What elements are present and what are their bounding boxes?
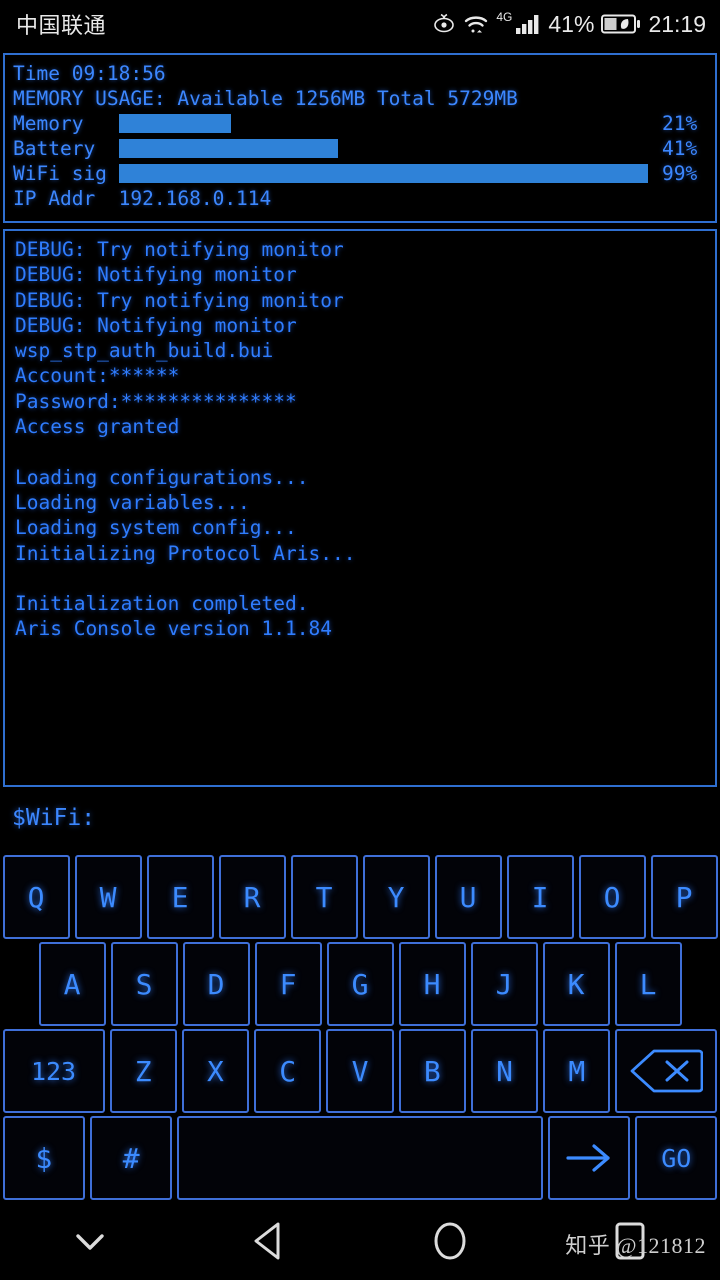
key-e[interactable]: E xyxy=(146,855,214,939)
status-icons: 4G 41% 21:19 xyxy=(432,10,706,38)
clock-label: 21:19 xyxy=(648,10,706,37)
key-a[interactable]: A xyxy=(38,942,106,1026)
key-v[interactable]: V xyxy=(326,1029,394,1113)
time-line: Time 09:18:56 xyxy=(13,62,166,85)
key-j[interactable]: J xyxy=(470,942,538,1026)
console-line: Loading configurations... xyxy=(15,465,309,489)
key-y[interactable]: Y xyxy=(362,855,430,939)
key-r[interactable]: R xyxy=(218,855,286,939)
meter-battery-percent: 41% xyxy=(662,137,698,160)
console-line: DEBUG: Try notifying monitor xyxy=(15,288,344,312)
home-icon xyxy=(429,1218,471,1268)
key-g[interactable]: G xyxy=(326,942,394,1026)
key-n[interactable]: N xyxy=(470,1029,539,1113)
key-w[interactable]: W xyxy=(74,855,142,939)
network-generation-label: 4G xyxy=(496,10,513,24)
console-line: Access granted xyxy=(15,415,180,439)
key-d[interactable]: D xyxy=(182,942,250,1026)
meter-wifi-track xyxy=(119,164,653,183)
meter-battery-track xyxy=(119,139,653,158)
nav-hide-keyboard-button[interactable] xyxy=(0,1226,180,1260)
keyboard-row-2: A S D F G H J K L xyxy=(0,942,720,1026)
carrier-label: 中国联通 xyxy=(16,13,107,38)
battery-saver-icon xyxy=(601,13,641,35)
arrow-right-icon xyxy=(560,1138,618,1178)
cellular-signal-icon xyxy=(515,13,541,35)
key-k[interactable]: K xyxy=(542,942,610,1026)
console-output[interactable]: DEBUG: Try notifying monitor DEBUG: Noti… xyxy=(3,229,717,787)
meter-wifi-fill xyxy=(119,164,648,183)
key-f[interactable]: F xyxy=(254,942,322,1026)
keyboard-row-1: Q W E R T Y U I O P xyxy=(0,855,720,939)
wifi-icon xyxy=(463,12,489,36)
key-backspace[interactable] xyxy=(615,1029,718,1113)
nav-home-button[interactable] xyxy=(360,1218,540,1268)
keyboard-row-4: $ # GO xyxy=(0,1116,720,1200)
key-c[interactable]: C xyxy=(254,1029,322,1113)
console-line: Initialization completed. xyxy=(15,592,309,616)
console-line: Initializing Protocol Aris... xyxy=(15,541,356,565)
key-z[interactable]: Z xyxy=(109,1029,177,1113)
nav-back-button[interactable] xyxy=(180,1220,360,1266)
key-q[interactable]: Q xyxy=(2,855,70,939)
key-numeric-mode[interactable]: 123 xyxy=(2,1029,105,1113)
console-line: Password:*************** xyxy=(15,389,297,413)
meter-wifi-label: WiFi sig xyxy=(13,162,107,185)
key-dollar[interactable]: $ xyxy=(2,1116,85,1200)
key-space[interactable] xyxy=(177,1116,543,1200)
key-x[interactable]: X xyxy=(181,1029,250,1113)
key-o[interactable]: O xyxy=(578,855,646,939)
console-line: wsp_stp_auth_build.bui xyxy=(15,339,274,363)
key-go[interactable]: GO xyxy=(635,1116,718,1200)
meter-memory-label: Memory xyxy=(13,112,84,135)
key-arrow-right[interactable] xyxy=(547,1116,630,1200)
meter-battery-label: Battery xyxy=(13,137,96,160)
key-b[interactable]: B xyxy=(398,1029,466,1113)
meter-memory-track xyxy=(119,114,653,133)
key-p[interactable]: P xyxy=(650,855,718,939)
key-i[interactable]: I xyxy=(506,855,574,939)
watermark-label: 知乎 @121812 xyxy=(565,1233,706,1258)
back-icon xyxy=(250,1220,290,1266)
hide-keyboard-icon xyxy=(68,1226,112,1260)
meter-wifi-percent: 99% xyxy=(662,162,698,185)
meter-memory-fill xyxy=(119,114,232,133)
key-t[interactable]: T xyxy=(290,855,358,939)
console-line: Loading system config... xyxy=(15,516,297,540)
console-line: DEBUG: Notifying monitor xyxy=(15,313,297,337)
system-status-panel: Time 09:18:56 MEMORY USAGE: Available 12… xyxy=(3,53,717,223)
battery-percent-label: 41% xyxy=(548,10,595,37)
keyboard-row-3: 123 Z X C V B N M xyxy=(0,1029,720,1113)
key-u[interactable]: U xyxy=(434,855,502,939)
meter-memory-percent: 21% xyxy=(662,112,698,135)
status-bar: 中国联通 4G 41% 21:19 xyxy=(0,0,720,48)
console-line: DEBUG: Notifying monitor xyxy=(15,263,297,287)
console-line: Aris Console version 1.1.84 xyxy=(15,617,332,641)
memory-usage-line: MEMORY USAGE: Available 1256MB Total 572… xyxy=(13,87,518,110)
console-line: Loading variables... xyxy=(15,490,250,514)
key-m[interactable]: M xyxy=(543,1029,611,1113)
eye-comfort-icon xyxy=(432,12,456,36)
key-l[interactable]: L xyxy=(614,942,682,1026)
meter-battery: Battery 41% xyxy=(13,136,707,161)
key-hash[interactable]: # xyxy=(89,1116,173,1200)
console-line: DEBUG: Try notifying monitor xyxy=(15,238,344,261)
on-screen-keyboard[interactable]: Q W E R T Y U I O P A S D F G H J K L 12… xyxy=(0,855,720,1203)
key-h[interactable]: H xyxy=(398,942,466,1026)
console-line: Account:****** xyxy=(15,364,180,388)
command-prompt[interactable]: $WiFi: xyxy=(12,805,95,831)
key-s[interactable]: S xyxy=(110,942,178,1026)
ip-address-line: IP Addr 192.168.0.114 xyxy=(13,187,272,210)
meter-battery-fill xyxy=(119,139,338,158)
backspace-icon xyxy=(629,1048,704,1094)
meter-wifi: WiFi sig 99% xyxy=(13,161,707,186)
meter-memory: Memory 21% xyxy=(13,111,707,136)
